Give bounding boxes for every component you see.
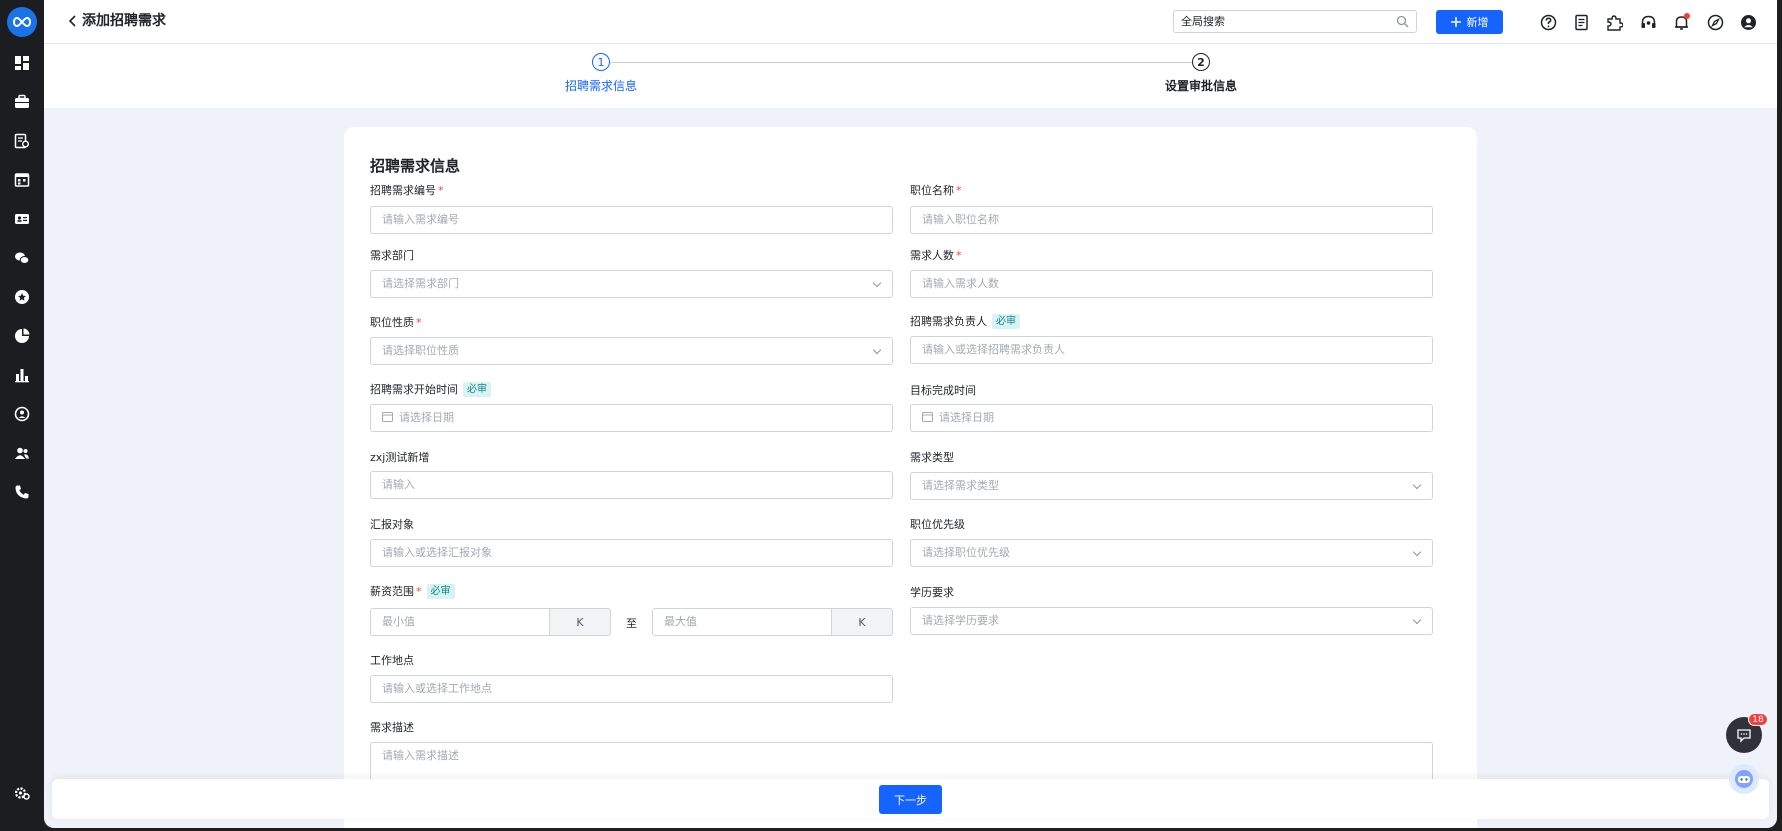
must-review-tag: 必审 [463,382,491,397]
zxj-label: zxj测试新增 [370,451,430,464]
notification-bell-icon[interactable] [1671,12,1691,32]
dashboard-icon[interactable] [13,54,31,72]
star-badge-icon[interactable] [13,288,31,306]
headcount-label: 需求人数 * [910,249,962,262]
resume-search-icon[interactable] [13,132,31,150]
demand-type-label: 需求类型 [910,451,954,464]
user-avatar-icon[interactable] [1738,12,1758,32]
chat-button[interactable]: 18 [1726,713,1768,753]
wechat-icon[interactable] [13,249,31,267]
headcount-input[interactable]: 请输入需求人数 [910,270,1433,298]
salary-label: 薪资范围 * 必审 [370,584,455,599]
step-1-label[interactable]: 招聘需求信息 [541,79,661,93]
department-label: 需求部门 [370,249,414,262]
chat-unread-badge: 18 [1748,713,1768,726]
must-review-tag: 必审 [426,584,455,599]
back-chevron-icon[interactable] [64,12,82,30]
step-connector-line [610,62,1200,63]
global-search-input[interactable]: 全局搜索 [1173,10,1417,33]
education-label: 学历要求 [910,586,954,599]
chat-bubble-icon [1737,729,1751,743]
page-title: 添加招聘需求 [82,13,166,29]
location-label: 工作地点 [370,654,414,667]
help-icon[interactable] [1538,12,1558,32]
next-step-button[interactable]: 下一步 [879,785,942,814]
salary-max-unit: K [832,608,893,636]
must-review-tag: 必审 [992,314,1020,329]
new-button-label: 新增 [1466,16,1489,29]
form-card: 招聘需求信息 招聘需求编号 * 请输入需求编号 职位名称 * 请输入职位名称 需求部… [344,127,1477,828]
target-date-picker[interactable]: 请选择日期 [910,404,1433,432]
calendar-grid-icon[interactable] [13,171,31,189]
user-circle-icon[interactable] [13,405,31,423]
education-select[interactable]: 请选择学历要求 [910,607,1433,635]
demand-type-select[interactable]: 请选择需求类型 [910,472,1433,500]
compass-icon[interactable] [1705,12,1725,32]
bar-chart-icon[interactable] [13,366,31,384]
sidebar [0,0,44,831]
notification-dot [1684,13,1690,19]
salary-min-unit: K [550,608,611,636]
position-name-input[interactable]: 请输入职位名称 [910,206,1433,234]
owner-input[interactable]: 请输入或选择招聘需求负责人 [910,336,1433,364]
main-content: 添加招聘需求 全局搜索 新增 1 招聘需求信息 2 设置审批信息 招聘需求信息 … [44,0,1777,828]
assistant-robot-icon[interactable] [1729,764,1759,794]
step-1-circle[interactable]: 1 [592,53,610,71]
calendar-icon [922,412,933,422]
search-icon[interactable] [1396,15,1409,28]
position-type-select[interactable]: 请选择职位性质 [370,337,893,365]
document-icon[interactable] [1571,12,1591,32]
salary-max-input[interactable]: 最大值 [652,608,832,636]
bottom-action-bar: 下一步 [52,779,1769,819]
settings-gear-icon[interactable] [13,784,31,802]
target-date-label: 目标完成时间 [910,384,976,397]
req-no-input[interactable]: 请输入需求编号 [370,206,893,234]
briefcase-icon[interactable] [13,93,31,111]
description-label: 需求描述 [370,721,414,734]
new-button[interactable]: 新增 [1436,10,1503,34]
start-date-label: 招聘需求开始时间 必审 [370,382,491,397]
step-2-circle[interactable]: 2 [1192,53,1210,71]
headset-icon[interactable] [1638,12,1658,32]
department-select[interactable]: 请选择需求部门 [370,270,893,298]
top-bar: 添加招聘需求 全局搜索 新增 [44,0,1777,44]
users-icon[interactable] [13,444,31,462]
location-input[interactable]: 请输入或选择工作地点 [370,675,893,703]
step-progress: 1 招聘需求信息 2 设置审批信息 [44,44,1777,108]
pie-chart-icon[interactable] [13,327,31,345]
zxj-input[interactable]: 请输入 [370,471,893,499]
puzzle-icon[interactable] [1604,12,1624,32]
position-name-label: 职位名称 * [910,184,962,197]
infinity-logo-icon [13,16,31,28]
req-no-label: 招聘需求编号 * [370,184,444,197]
owner-label: 招聘需求负责人 必审 [910,314,1020,329]
phone-icon[interactable] [13,483,31,501]
plus-icon [1450,17,1461,27]
start-date-picker[interactable]: 请选择日期 [370,404,893,432]
salary-range-to: 至 [626,617,637,630]
step-2-label[interactable]: 设置审批信息 [1141,79,1261,93]
report-to-input[interactable]: 请输入或选择汇报对象 [370,539,893,567]
priority-select[interactable]: 请选择职位优先级 [910,539,1433,567]
report-to-label: 汇报对象 [370,518,414,531]
search-placeholder: 全局搜索 [1181,15,1225,28]
priority-label: 职位优先级 [910,518,965,531]
app-logo[interactable] [7,7,37,37]
salary-min-input[interactable]: 最小值 [370,608,550,636]
calendar-icon [382,412,393,422]
position-type-label: 职位性质 * [370,316,422,329]
section-title: 招聘需求信息 [370,157,461,175]
id-card-icon[interactable] [13,210,31,228]
